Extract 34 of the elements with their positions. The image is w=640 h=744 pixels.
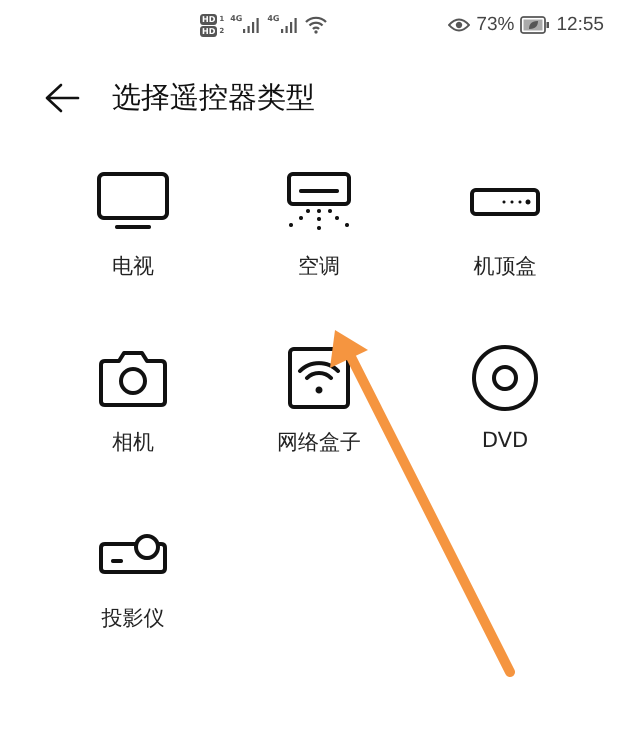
- device-option[interactable]: 电视: [40, 166, 226, 280]
- device-option[interactable]: 网络盒子: [226, 342, 412, 456]
- eye-icon: [448, 18, 470, 32]
- device-option[interactable]: DVD: [412, 342, 598, 456]
- device-label: 电视: [112, 253, 154, 280]
- device-option[interactable]: 投影仪: [40, 518, 226, 632]
- device-option[interactable]: 空调: [226, 166, 412, 280]
- network-type: 4G: [230, 14, 242, 23]
- battery-percent: 73%: [476, 14, 514, 36]
- clock: 12:55: [556, 14, 604, 36]
- battery-icon: [520, 16, 550, 34]
- wifi-box-icon: [288, 347, 350, 409]
- device-label: 网络盒子: [277, 429, 361, 456]
- disc-icon: [471, 344, 539, 412]
- device-label: 投影仪: [102, 605, 164, 632]
- device-label: 空调: [298, 253, 340, 280]
- device-label: 机顶盒: [474, 253, 536, 280]
- set-top-box-icon: [470, 188, 540, 216]
- network-type: 4G: [267, 14, 280, 23]
- device-option[interactable]: 相机: [40, 342, 226, 456]
- device-label: 相机: [112, 429, 154, 456]
- hd-badge: HD: [200, 14, 218, 24]
- page-title: 选择遥控器类型: [112, 79, 315, 116]
- hd-badge: HD: [200, 26, 218, 36]
- tv-icon: [97, 172, 169, 232]
- air-conditioner-icon: [285, 172, 353, 232]
- signal-icon: [243, 17, 260, 33]
- projector-icon: [99, 534, 167, 574]
- device-option[interactable]: 机顶盒: [412, 166, 598, 280]
- wifi-icon: [304, 16, 326, 34]
- device-label: DVD: [482, 428, 528, 452]
- camera-icon: [99, 349, 167, 407]
- back-arrow-icon: [44, 82, 80, 114]
- signal-icon: [280, 17, 296, 33]
